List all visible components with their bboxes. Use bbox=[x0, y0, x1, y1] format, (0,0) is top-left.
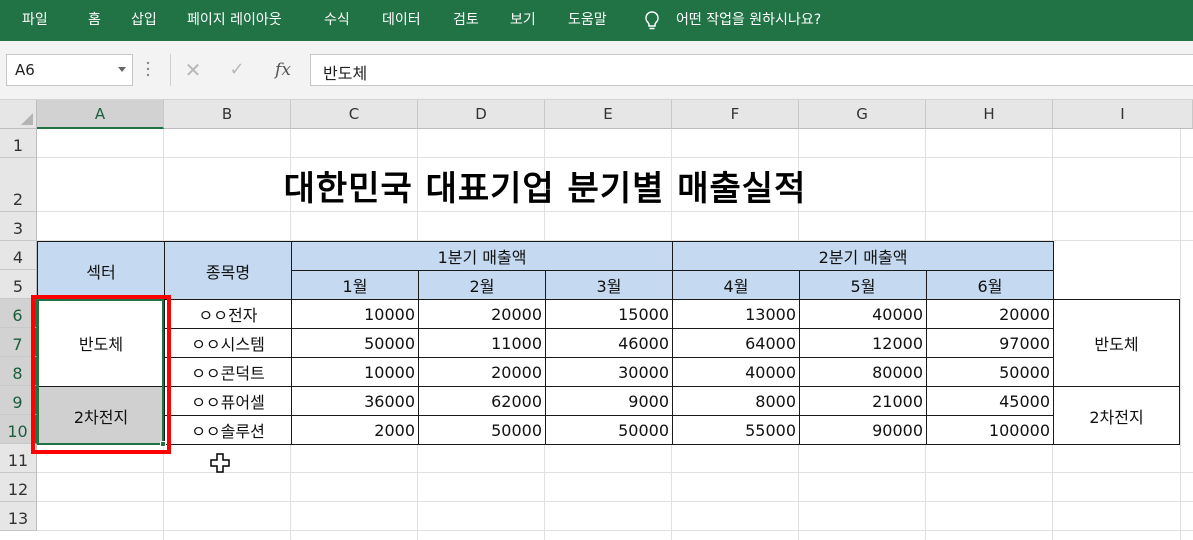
value-cell[interactable]: 97000 bbox=[926, 328, 1054, 358]
value-cell[interactable]: 100000 bbox=[926, 415, 1054, 445]
lightbulb-icon bbox=[645, 11, 659, 30]
value-cell[interactable]: 12000 bbox=[799, 328, 927, 358]
ribbon-tabs-bar: 파일 홈 삽입 페이지 레이아웃 수식 데이터 검토 보기 도움말 어떤 작업을… bbox=[0, 0, 1193, 41]
name-box-value: A6 bbox=[15, 61, 35, 79]
value-cell[interactable]: 50000 bbox=[926, 357, 1054, 387]
value-cell[interactable]: 8000 bbox=[672, 386, 800, 416]
tab-formulas[interactable]: 수식 bbox=[324, 0, 350, 41]
value-cell[interactable]: 50000 bbox=[418, 415, 546, 445]
column-header-h[interactable]: H bbox=[926, 100, 1053, 129]
column-header-i[interactable]: I bbox=[1053, 100, 1193, 129]
value-cell[interactable]: 62000 bbox=[418, 386, 546, 416]
gridline bbox=[37, 530, 1193, 531]
header-month-3[interactable]: 3월 bbox=[545, 270, 673, 300]
gridline bbox=[1180, 129, 1181, 540]
formula-input[interactable]: 반도체 bbox=[310, 54, 1193, 86]
tab-review[interactable]: 검토 bbox=[453, 0, 479, 41]
column-header-e[interactable]: E bbox=[545, 100, 672, 129]
header-month-5[interactable]: 5월 bbox=[799, 270, 927, 300]
name-box-dropdown-icon[interactable] bbox=[118, 67, 126, 72]
value-cell[interactable]: 13000 bbox=[672, 299, 800, 329]
column-header-d[interactable]: D bbox=[418, 100, 545, 129]
company-name[interactable]: ㅇㅇ콘덕트 bbox=[164, 357, 292, 387]
row-header-2[interactable]: 2 bbox=[0, 158, 37, 212]
select-all-triangle-icon bbox=[21, 113, 33, 125]
value-cell[interactable]: 2000 bbox=[291, 415, 419, 445]
value-cell[interactable]: 50000 bbox=[545, 415, 673, 445]
value-cell[interactable]: 80000 bbox=[799, 357, 927, 387]
tab-insert[interactable]: 삽입 bbox=[131, 0, 157, 41]
tab-home[interactable]: 홈 bbox=[88, 0, 101, 41]
company-name[interactable]: ㅇㅇ시스템 bbox=[164, 328, 292, 358]
value-cell[interactable]: 15000 bbox=[545, 299, 673, 329]
value-cell[interactable]: 40000 bbox=[672, 357, 800, 387]
value-cell[interactable]: 55000 bbox=[672, 415, 800, 445]
column-header-g[interactable]: G bbox=[799, 100, 926, 129]
header-q2-sales[interactable]: 2분기 매출액 bbox=[672, 241, 1054, 271]
value-cell[interactable]: 90000 bbox=[799, 415, 927, 445]
company-name[interactable]: ㅇㅇ전자 bbox=[164, 299, 292, 329]
value-cell[interactable]: 20000 bbox=[418, 299, 546, 329]
formula-bar-separator bbox=[170, 54, 171, 86]
header-month-4[interactable]: 4월 bbox=[672, 270, 800, 300]
gridline bbox=[37, 501, 1193, 502]
side-sector-battery[interactable]: 2차전지 bbox=[1053, 386, 1180, 445]
header-sector[interactable]: 섹터 bbox=[37, 241, 165, 300]
tab-help[interactable]: 도움말 bbox=[568, 0, 607, 41]
spreadsheet-grid[interactable]: A B C D E F G H I 1 2 3 4 5 6 7 8 9 10 1… bbox=[0, 100, 1193, 540]
column-header-b[interactable]: B bbox=[164, 100, 291, 129]
row-header-13[interactable]: 13 bbox=[0, 502, 37, 531]
header-month-6[interactable]: 6월 bbox=[926, 270, 1054, 300]
column-header-f[interactable]: F bbox=[672, 100, 799, 129]
insert-function-icon[interactable]: fx bbox=[268, 58, 298, 82]
tell-me-search[interactable]: 어떤 작업을 원하시나요? bbox=[676, 0, 821, 41]
sheet-title[interactable]: 대한민국 대표기업 분기별 매출실적 bbox=[37, 158, 1053, 212]
value-cell[interactable]: 50000 bbox=[291, 328, 419, 358]
select-all-button[interactable] bbox=[0, 100, 37, 129]
value-cell[interactable]: 45000 bbox=[926, 386, 1054, 416]
tab-page-layout[interactable]: 페이지 레이아웃 bbox=[187, 0, 282, 41]
column-header-c[interactable]: C bbox=[291, 100, 418, 129]
formula-value: 반도체 bbox=[323, 64, 368, 83]
name-box[interactable]: A6 bbox=[6, 54, 133, 86]
enter-check-icon[interactable]: ✓ bbox=[222, 58, 252, 82]
row-header-4[interactable]: 4 bbox=[0, 241, 37, 270]
red-highlight-box bbox=[31, 295, 171, 454]
value-cell[interactable]: 10000 bbox=[291, 357, 419, 387]
value-cell[interactable]: 10000 bbox=[291, 299, 419, 329]
value-cell[interactable]: 40000 bbox=[799, 299, 927, 329]
header-q1-sales[interactable]: 1분기 매출액 bbox=[291, 241, 673, 271]
value-cell[interactable]: 20000 bbox=[418, 357, 546, 387]
header-month-1[interactable]: 1월 bbox=[291, 270, 419, 300]
header-stock-name[interactable]: 종목명 bbox=[164, 241, 292, 300]
row-header-12[interactable]: 12 bbox=[0, 473, 37, 502]
formula-bar: A6 ✕ ✓ fx 반도체 bbox=[0, 41, 1193, 100]
value-cell[interactable]: 46000 bbox=[545, 328, 673, 358]
tab-file[interactable]: 파일 bbox=[22, 0, 48, 41]
value-cell[interactable]: 64000 bbox=[672, 328, 800, 358]
tab-view[interactable]: 보기 bbox=[510, 0, 536, 41]
company-name[interactable]: ㅇㅇ퓨어셀 bbox=[164, 386, 292, 416]
value-cell[interactable]: 11000 bbox=[418, 328, 546, 358]
value-cell[interactable]: 9000 bbox=[545, 386, 673, 416]
column-header-a[interactable]: A bbox=[37, 100, 164, 129]
value-cell[interactable]: 30000 bbox=[545, 357, 673, 387]
value-cell[interactable]: 36000 bbox=[291, 386, 419, 416]
value-cell[interactable]: 21000 bbox=[799, 386, 927, 416]
resize-dots-icon[interactable] bbox=[146, 60, 150, 78]
value-cell[interactable]: 20000 bbox=[926, 299, 1054, 329]
header-month-2[interactable]: 2월 bbox=[418, 270, 546, 300]
row-header-3[interactable]: 3 bbox=[0, 212, 37, 241]
tab-data[interactable]: 데이터 bbox=[382, 0, 421, 41]
side-sector-semiconductor[interactable]: 반도체 bbox=[1053, 299, 1180, 387]
cancel-icon[interactable]: ✕ bbox=[178, 58, 208, 82]
cell-cursor-icon bbox=[210, 453, 230, 473]
company-name[interactable]: ㅇㅇ솔루션 bbox=[164, 415, 292, 445]
row-header-1[interactable]: 1 bbox=[0, 129, 37, 158]
